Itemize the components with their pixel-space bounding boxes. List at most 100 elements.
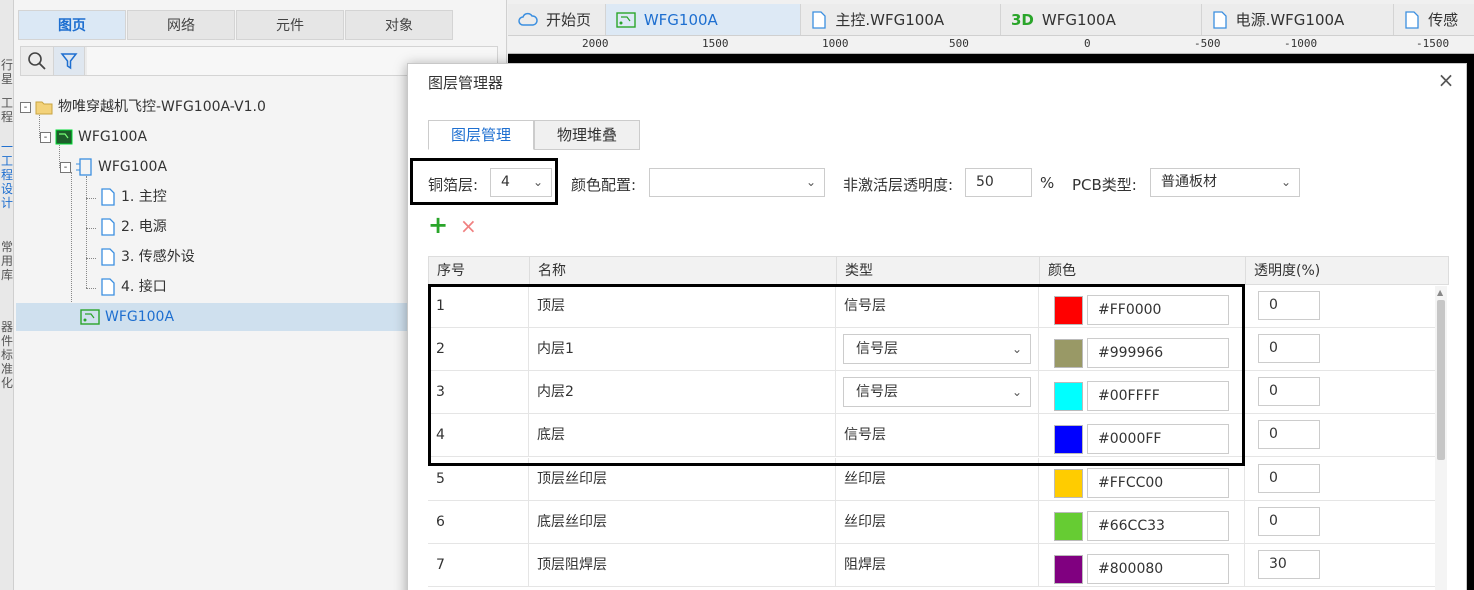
cell-opacity: 0 [1245, 371, 1438, 414]
collapse-toggle[interactable]: - [20, 101, 31, 113]
cell-opacity: 0 [1245, 414, 1438, 457]
color-hex-input[interactable]: #800080 [1087, 554, 1229, 584]
color-hex-input[interactable]: #FFCC00 [1087, 468, 1229, 498]
schematic-icon [75, 158, 93, 176]
tab-physical-stackup[interactable]: 物理堆叠 [534, 120, 641, 150]
chevron-down-icon: ⌄ [805, 175, 816, 189]
col-no: 序号 [429, 257, 530, 285]
vtab-1[interactable]: 行 星 [0, 58, 14, 86]
ruler: 2000 1500 1000 500 0 -500 -1000 -1500 [508, 36, 1474, 54]
page-icon [1212, 11, 1228, 29]
tab-start-page[interactable]: 开始页 [508, 4, 606, 35]
tab-nets[interactable]: 网络 [127, 10, 235, 40]
tree-item-label: WFG100A [98, 159, 168, 175]
close-icon[interactable]: × [1436, 70, 1456, 90]
tab-sensor[interactable]: 传感 [1394, 4, 1474, 35]
tab-label: 开始页 [546, 11, 592, 29]
panel-tabs: 图页 网络 元件 对象 [18, 10, 468, 40]
dialog-tabs: 图层管理 物理堆叠 [428, 120, 641, 150]
tree-item-label: 4. 接口 [121, 279, 167, 295]
cell-opacity: 0 [1245, 328, 1438, 371]
collapse-toggle[interactable]: - [60, 161, 71, 173]
tree-item-page-2[interactable]: 2. 电源 [100, 213, 167, 241]
cell-type: 丝印层 [836, 501, 1039, 544]
tree-item-label: 3. 传感外设 [121, 249, 195, 265]
table-scrollbar[interactable]: ▲ [1435, 286, 1447, 590]
add-layer-button[interactable]: + [428, 213, 448, 237]
inactive-opacity-input[interactable]: 50 [965, 168, 1032, 197]
vtab-4[interactable]: 常 用 库 [0, 240, 14, 282]
page-icon [100, 218, 116, 236]
cell-no: 6 [428, 501, 529, 544]
tab-3d[interactable]: 3D WFG100A [1001, 4, 1202, 35]
highlight-box [428, 284, 1245, 466]
page-icon [811, 11, 827, 29]
table-row[interactable]: 6 底层丝印层 丝印层 #66CC33 0 [428, 501, 1438, 544]
pcb-icon [80, 308, 100, 326]
tab-components[interactable]: 元件 [236, 10, 344, 40]
tree-item-page-3[interactable]: 3. 传感外设 [100, 243, 195, 271]
tab-main-control[interactable]: 主控.WFG100A [801, 4, 1001, 35]
color-swatch[interactable] [1054, 512, 1083, 541]
opacity-input[interactable]: 30 [1258, 550, 1320, 579]
tree-item-project[interactable]: - 物唯穿越机飞控-WFG100A-V1.0 [20, 93, 266, 121]
tree-item-label: 2. 电源 [121, 219, 167, 235]
opacity-input[interactable]: 0 [1258, 334, 1320, 363]
side-vertical-tabs: 行 星 工 程 一 工 程 设 计 常 用 库 器 件 标 准 化 [0, 0, 14, 590]
pcb-type-value: 普通板材 [1161, 174, 1217, 190]
cell-type: 阻焊层 [836, 544, 1039, 587]
ruler-label: 1000 [822, 37, 849, 50]
collapse-toggle[interactable]: - [40, 131, 51, 143]
color-hex-input[interactable]: #66CC33 [1087, 511, 1229, 541]
folder-icon [35, 99, 53, 115]
layer-manager-dialog: 图层管理器 × 图层管理 物理堆叠 铜箔层: 4 ⌄ 颜色配置: ⌄ 非激活层透… [407, 63, 1467, 590]
tree-item-schematic[interactable]: - WFG100A [60, 153, 167, 181]
delete-layer-button[interactable]: × [460, 216, 477, 236]
pcb-type-select[interactable]: 普通板材 ⌄ [1150, 168, 1300, 197]
chevron-down-icon: ⌄ [1280, 175, 1291, 189]
tab-label: 传感 [1428, 11, 1459, 29]
opacity-input[interactable]: 0 [1258, 420, 1320, 449]
filter-icon[interactable] [53, 47, 85, 75]
col-type: 类型 [837, 257, 1040, 285]
color-swatch[interactable] [1054, 555, 1083, 584]
ruler-label: 2000 [582, 37, 609, 50]
tree-item-page-1[interactable]: 1. 主控 [100, 183, 167, 211]
vtab-2[interactable]: 工 程 [0, 96, 14, 124]
color-swatch[interactable] [1054, 469, 1083, 498]
ruler-label: 0 [1084, 37, 1091, 50]
cell-no: 7 [428, 544, 529, 587]
search-icon[interactable] [21, 47, 53, 75]
highlight-box [410, 158, 558, 205]
tab-objects[interactable]: 对象 [345, 10, 453, 40]
cell-color: #66CC33 [1039, 501, 1245, 544]
page-icon [100, 248, 116, 266]
inactive-opacity-label: 非激活层透明度: [843, 176, 954, 194]
tree-item-board[interactable]: - WFG100A [40, 123, 147, 151]
tab-power[interactable]: 电源.WFG100A [1202, 4, 1395, 35]
tree-item-label: 物唯穿越机飞控-WFG100A-V1.0 [58, 99, 266, 115]
opacity-input[interactable]: 0 [1258, 464, 1320, 493]
cell-opacity: 30 [1245, 544, 1438, 587]
page-icon [100, 278, 116, 296]
tree-item-label: WFG100A [105, 309, 175, 325]
tab-label: 主控.WFG100A [835, 11, 945, 29]
page-icon [100, 188, 116, 206]
opacity-input[interactable]: 0 [1258, 377, 1320, 406]
opacity-input[interactable]: 0 [1258, 507, 1320, 536]
color-config-select[interactable]: ⌄ [649, 168, 825, 197]
tab-layer-management[interactable]: 图层管理 [428, 120, 535, 150]
page-icon [1404, 11, 1420, 29]
tab-pcb[interactable]: WFG100A [605, 4, 802, 35]
vtab-5[interactable]: 器 件 标 准 化 [0, 320, 14, 390]
scroll-up-icon[interactable]: ▲ [1437, 288, 1443, 297]
cell-name: 底层丝印层 [529, 501, 836, 544]
tab-pages[interactable]: 图页 [18, 10, 126, 40]
opacity-input[interactable]: 0 [1258, 291, 1320, 320]
table-row[interactable]: 7 顶层阻焊层 阻焊层 #800080 30 [428, 544, 1438, 587]
ruler-label: -1500 [1416, 37, 1450, 50]
tree-item-page-4[interactable]: 4. 接口 [100, 273, 167, 301]
scrollbar-thumb[interactable] [1437, 300, 1445, 460]
vtab-3[interactable]: 一 工 程 设 计 [0, 140, 14, 210]
pcb-icon [616, 11, 636, 29]
